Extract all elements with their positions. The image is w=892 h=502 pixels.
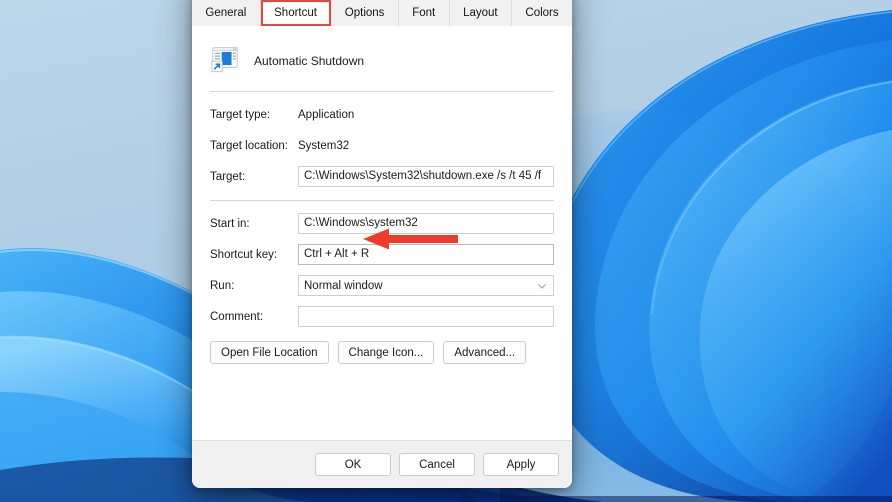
open-file-location-button[interactable]: Open File Location	[210, 341, 329, 364]
field-comment: Comment:	[210, 306, 554, 327]
tab-colors-label: Colors	[525, 7, 559, 19]
target-location-value: System32	[298, 139, 350, 152]
tab-general-label: General	[205, 7, 247, 19]
apply-button[interactable]: Apply	[483, 453, 559, 476]
target-type-value: Application	[298, 108, 355, 121]
advanced-button[interactable]: Advanced...	[443, 341, 527, 364]
cancel-button[interactable]: Cancel	[399, 453, 475, 476]
ok-button[interactable]: OK	[315, 453, 391, 476]
target-location-label: Target location:	[210, 139, 288, 152]
field-start-in: Start in: C:\Windows\system32	[210, 213, 554, 234]
chevron-down-icon	[536, 280, 548, 292]
run-dropdown[interactable]: Normal window	[298, 275, 554, 296]
shortcut-properties-dialog: Terminal Security Details Previous Versi…	[192, 0, 572, 488]
target-input[interactable]: C:\Windows\System32\shutdown.exe /s /t 4…	[298, 166, 554, 187]
tab-shortcut-label: Shortcut	[274, 7, 317, 19]
field-run: Run: Normal window	[210, 275, 554, 296]
tab-options-label: Options	[344, 7, 385, 19]
shortcut-header: Automatic Shutdown	[210, 38, 554, 91]
shortcut-tab-pane: Automatic Shutdown Target type: Applicat…	[192, 26, 572, 440]
tab-colors[interactable]: Colors	[512, 0, 572, 26]
shortcut-name-label: Automatic Shutdown	[254, 53, 365, 68]
tab-layout-label: Layout	[463, 7, 498, 19]
tab-layout[interactable]: Layout	[449, 0, 512, 26]
target-type-label: Target type:	[210, 108, 271, 121]
dialog-footer: OK Cancel Apply	[192, 440, 572, 488]
tab-general[interactable]: General	[192, 0, 261, 26]
tab-row-main: General Shortcut Options Font Layout Col…	[192, 0, 572, 26]
comment-label: Comment:	[210, 310, 264, 323]
field-target-type: Target type: Application	[210, 104, 554, 125]
field-target: Target: C:\Windows\System32\shutdown.exe…	[210, 166, 554, 187]
field-shortcut-key: Shortcut key: Ctrl + Alt + R	[210, 244, 554, 265]
shortcut-key-label: Shortcut key:	[210, 248, 278, 261]
target-label: Target:	[210, 170, 246, 183]
divider-middle	[210, 200, 554, 201]
divider-top	[210, 91, 554, 92]
shortcut-action-buttons: Open File Location Change Icon... Advanc…	[210, 341, 554, 364]
start-in-label: Start in:	[210, 217, 250, 230]
shortcut-key-input[interactable]: Ctrl + Alt + R	[298, 244, 554, 265]
comment-input[interactable]	[298, 306, 554, 327]
run-dropdown-value: Normal window	[304, 279, 383, 292]
start-in-input[interactable]: C:\Windows\system32	[298, 213, 554, 234]
tab-strip: Terminal Security Details Previous Versi…	[192, 0, 572, 27]
field-target-location: Target location: System32	[210, 135, 554, 156]
tab-options[interactable]: Options	[331, 0, 399, 26]
tab-font[interactable]: Font	[398, 0, 450, 26]
tab-shortcut[interactable]: Shortcut	[260, 0, 332, 26]
console-shortcut-icon	[210, 44, 240, 77]
change-icon-button[interactable]: Change Icon...	[337, 341, 435, 364]
run-label: Run:	[210, 279, 235, 292]
tab-font-label: Font	[412, 7, 436, 19]
